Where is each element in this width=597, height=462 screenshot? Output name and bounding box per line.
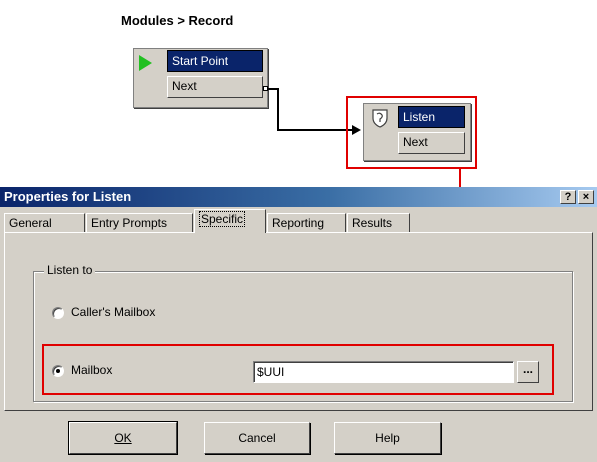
- connector-line: [277, 88, 279, 130]
- dialog-title: Properties for Listen: [4, 189, 132, 204]
- tab-label: Entry Prompts: [91, 216, 168, 230]
- breadcrumb: Modules > Record: [121, 13, 234, 28]
- ok-button[interactable]: OK: [68, 421, 178, 455]
- groupbox-legend: Listen to: [44, 263, 96, 277]
- connector-line: [277, 129, 353, 131]
- listen-node-highlight: [346, 96, 477, 169]
- help-button[interactable]: Help: [334, 422, 441, 454]
- help-titlebar-button[interactable]: ?: [560, 190, 576, 204]
- close-icon[interactable]: ×: [578, 190, 594, 204]
- tab-results[interactable]: Results: [347, 213, 410, 233]
- callers-mailbox-radio[interactable]: [52, 307, 64, 319]
- tab-reporting[interactable]: Reporting: [267, 213, 346, 233]
- mailbox-row-highlight: [42, 344, 554, 395]
- tab-specific[interactable]: Specific: [194, 209, 266, 233]
- tab-entry-prompts[interactable]: Entry Prompts: [86, 213, 193, 233]
- play-icon: [139, 55, 152, 71]
- cancel-label: Cancel: [238, 431, 276, 445]
- tab-label: Reporting: [272, 216, 325, 230]
- start-point-title[interactable]: Start Point: [167, 50, 263, 72]
- tab-general[interactable]: General: [4, 213, 85, 233]
- cancel-button[interactable]: Cancel: [204, 422, 310, 454]
- help-label: Help: [375, 431, 400, 445]
- tab-label: Specific: [199, 211, 246, 227]
- start-point-next-port[interactable]: Next: [167, 76, 263, 98]
- tab-label: Results: [352, 216, 393, 230]
- callers-mailbox-label[interactable]: Caller's Mailbox: [71, 305, 155, 319]
- ok-label: OK: [114, 431, 132, 445]
- tab-label: General: [9, 216, 52, 230]
